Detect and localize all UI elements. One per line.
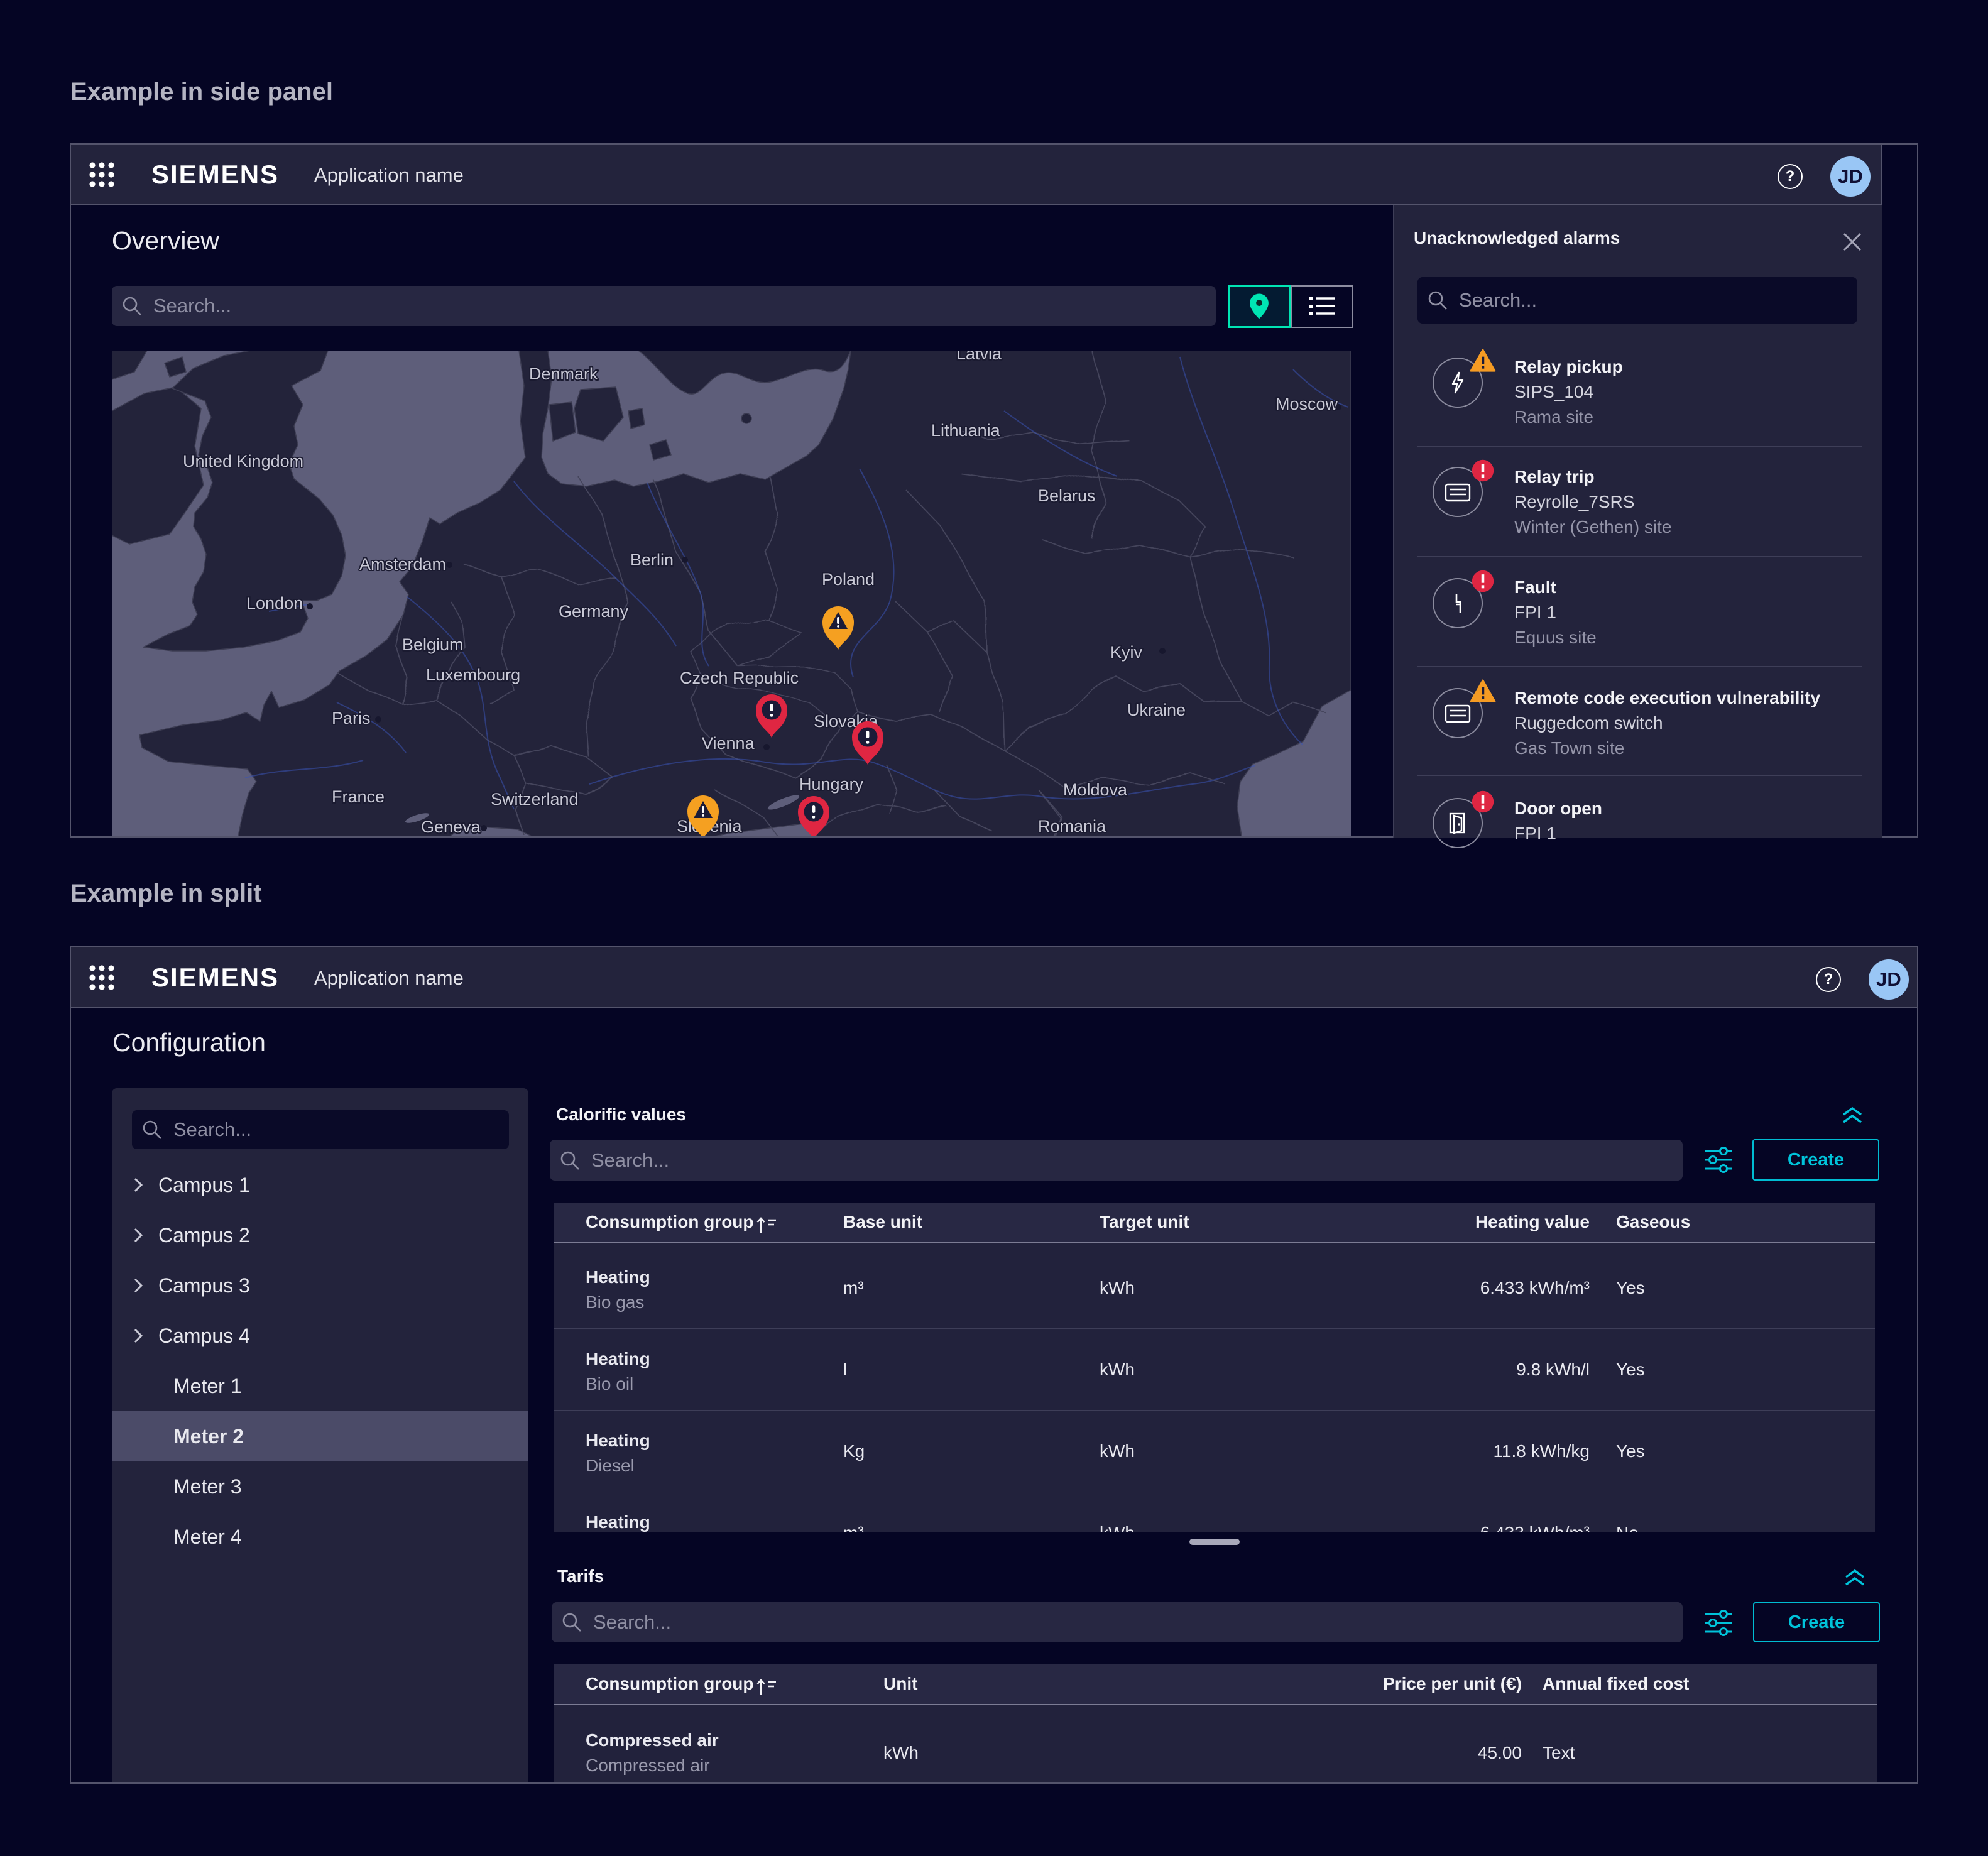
svg-text:London: London [246, 594, 303, 613]
svg-text:Czech Republic: Czech Republic [680, 669, 799, 687]
svg-text:Moscow: Moscow [1275, 395, 1338, 413]
svg-text:Ukraine: Ukraine [1127, 701, 1186, 719]
svg-text:Vienna: Vienna [702, 734, 755, 753]
svg-text:Lithuania: Lithuania [931, 421, 1001, 440]
svg-text:Berlin: Berlin [630, 550, 674, 569]
svg-text:Kyiv: Kyiv [1110, 643, 1143, 662]
svg-text:Poland: Poland [822, 570, 875, 589]
svg-text:France: France [332, 787, 385, 806]
svg-text:Latvia: Latvia [956, 351, 1002, 363]
svg-text:Belarus: Belarus [1038, 486, 1096, 505]
svg-text:Moldova: Moldova [1063, 780, 1128, 799]
svg-text:Romania: Romania [1038, 817, 1106, 836]
svg-text:Luxembourg: Luxembourg [426, 665, 520, 684]
svg-text:United Kingdom: United Kingdom [183, 452, 303, 471]
svg-text:Switzerland: Switzerland [491, 790, 579, 809]
svg-text:Paris: Paris [332, 709, 371, 728]
svg-text:Geneva: Geneva [421, 817, 481, 836]
svg-text:Amsterdam: Amsterdam [359, 555, 446, 574]
svg-text:Denmark: Denmark [529, 364, 598, 383]
svg-text:Belgium: Belgium [402, 635, 464, 654]
svg-text:Germany: Germany [559, 602, 629, 621]
svg-text:Hungary: Hungary [799, 775, 864, 794]
